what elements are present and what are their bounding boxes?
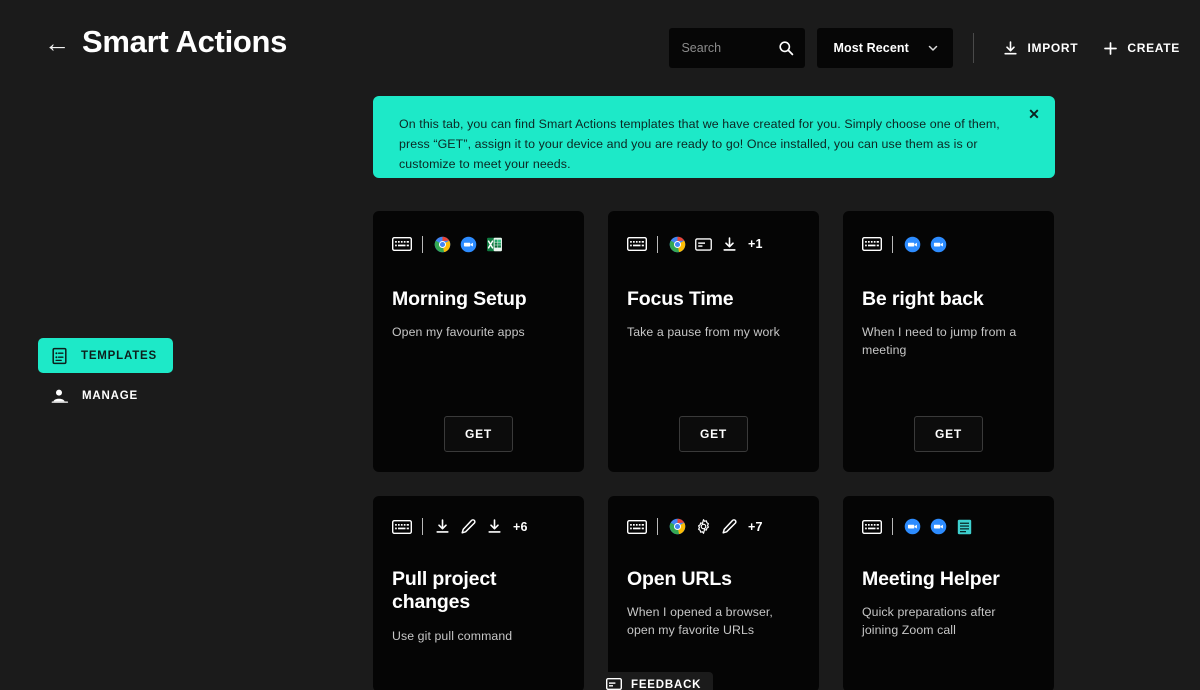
page-title-group: ← Smart Actions	[44, 24, 287, 60]
keyboard-icon	[862, 519, 882, 534]
download-icon	[721, 236, 738, 253]
app-header: ← Smart Actions Most Recent	[0, 0, 1200, 92]
chevron-down-icon	[927, 42, 939, 54]
create-label: CREATE	[1127, 41, 1180, 55]
card-action-area: GET	[627, 640, 800, 676]
icon-divider	[422, 235, 423, 253]
info-banner-text: On this tab, you can find Smart Actions …	[399, 117, 1000, 172]
sidebar-item-manage-label: MANAGE	[82, 389, 138, 402]
excel-icon	[486, 236, 503, 253]
keyboard-icon	[627, 519, 647, 534]
card-action-area: GET	[862, 416, 1035, 452]
download-icon	[434, 518, 451, 535]
feedback-icon	[606, 678, 622, 690]
card-action-area: GET	[392, 416, 565, 452]
extra-count: +1	[748, 237, 763, 251]
sidebar-item-templates-label: TEMPLATES	[81, 349, 157, 362]
chrome-icon	[669, 518, 686, 535]
page-title: Smart Actions	[82, 24, 288, 59]
templates-grid: Morning Setup Open my favourite apps GET…	[373, 211, 1055, 690]
download-icon	[486, 518, 503, 535]
card-description: When I need to jump from a meeting	[862, 325, 1017, 358]
header-actions: Most Recent IMPORT	[669, 28, 1188, 68]
feedback-button[interactable]: FEEDBACK	[600, 672, 714, 690]
import-button[interactable]: IMPORT	[994, 36, 1086, 61]
chrome-icon	[434, 236, 451, 253]
download-icon	[1002, 40, 1019, 57]
zoom-icon	[930, 518, 947, 535]
template-card[interactable]: +1 Focus Time Take a pause from my work …	[608, 211, 819, 472]
header-divider	[973, 33, 975, 63]
card-title: Be right back	[862, 288, 984, 310]
keyboard-icon	[392, 237, 412, 251]
icon-divider	[422, 518, 423, 535]
zoom-icon	[460, 236, 477, 253]
card-description: Use git pull command	[392, 628, 513, 643]
card-icon-row	[862, 518, 1035, 535]
card-action-area: GET	[627, 416, 800, 452]
card-description: Take a pause from my work	[627, 325, 780, 340]
close-icon[interactable]: ✕	[1024, 104, 1044, 124]
pencil-icon	[460, 518, 477, 535]
chrome-icon	[669, 236, 686, 253]
card-description: When I opened a browser, open my favorit…	[627, 605, 773, 638]
sidebar-nav: TEMPLATES MANAGE	[38, 338, 258, 413]
extra-count: +6	[513, 519, 528, 534]
card-icon-row: +1	[627, 233, 800, 255]
zoom-icon	[904, 236, 921, 253]
template-card[interactable]: Morning Setup Open my favourite apps GET	[373, 211, 584, 472]
notification-icon	[695, 236, 712, 253]
back-arrow-icon[interactable]: ←	[44, 30, 70, 56]
person-icon	[51, 387, 69, 405]
card-icon-row: +6	[392, 518, 565, 535]
get-button[interactable]: GET	[914, 416, 983, 452]
search-input[interactable]	[681, 41, 782, 55]
sidebar-item-manage[interactable]: MANAGE	[38, 378, 154, 413]
zoom-icon	[930, 236, 947, 253]
template-card[interactable]: +6 Pull project changes Use git pull com…	[373, 496, 584, 690]
card-action-area: GET	[392, 646, 565, 682]
card-description: Quick preparations after joining Zoom ca…	[862, 605, 996, 638]
notes-icon	[956, 518, 973, 535]
card-icon-row	[862, 233, 1035, 255]
plus-icon	[1102, 40, 1119, 57]
import-label: IMPORT	[1027, 41, 1079, 55]
info-banner: On this tab, you can find Smart Actions …	[373, 96, 1055, 178]
keyboard-icon	[392, 519, 412, 534]
card-description: Open my favourite apps	[392, 325, 525, 340]
sidebar-item-templates[interactable]: TEMPLATES	[38, 338, 173, 373]
card-icon-row	[392, 233, 565, 255]
icon-divider	[657, 235, 658, 253]
search-box[interactable]	[669, 28, 806, 68]
card-action-area: GET	[862, 640, 1035, 676]
templates-icon	[51, 347, 68, 365]
gear-icon	[695, 518, 712, 535]
feedback-label: FEEDBACK	[631, 678, 702, 690]
extra-count: +7	[748, 519, 763, 534]
icon-divider	[657, 518, 658, 535]
card-title: Meeting Helper	[862, 568, 1000, 590]
get-button[interactable]: GET	[444, 416, 513, 452]
card-title: Focus Time	[627, 288, 734, 310]
keyboard-icon	[627, 237, 647, 251]
card-title: Pull project changes	[392, 568, 497, 614]
template-card[interactable]: Be right back When I need to jump from a…	[843, 211, 1054, 472]
sort-selected-value: Most Recent	[833, 41, 909, 55]
create-button[interactable]: CREATE	[1094, 36, 1188, 61]
search-icon[interactable]	[778, 40, 794, 56]
card-title: Morning Setup	[392, 288, 527, 310]
icon-divider	[892, 235, 893, 253]
get-button[interactable]: GET	[679, 416, 748, 452]
zoom-icon	[904, 518, 921, 535]
card-icon-row: +7	[627, 518, 800, 535]
template-card[interactable]: Meeting Helper Quick preparations after …	[843, 496, 1054, 690]
icon-divider	[892, 518, 893, 535]
template-card[interactable]: +7 Open URLs When I opened a browser, op…	[608, 496, 819, 690]
sort-dropdown[interactable]: Most Recent	[817, 28, 954, 68]
card-title: Open URLs	[627, 568, 732, 590]
pencil-icon	[721, 518, 738, 535]
keyboard-icon	[862, 237, 882, 251]
